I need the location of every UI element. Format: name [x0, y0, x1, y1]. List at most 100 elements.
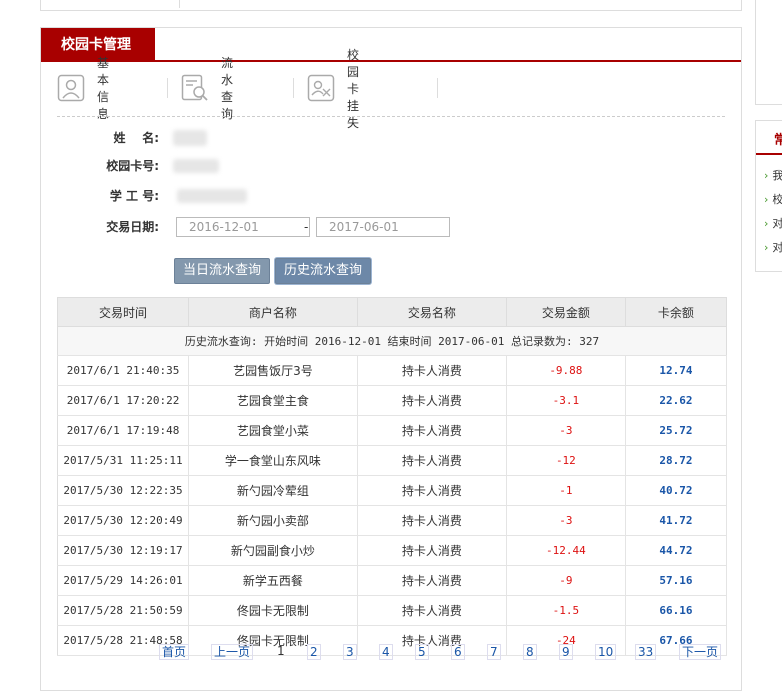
- summary-row: 历史流水查询: 开始时间 2016-12-01 结束时间 2017-06-01 …: [57, 326, 727, 356]
- prev-page-link[interactable]: 上一页: [211, 644, 254, 660]
- amount-cell: -12: [506, 445, 626, 476]
- time-cell: 2017/6/1 21:40:35: [56, 355, 190, 386]
- merchant-cell: 学一食堂山东风味: [188, 445, 358, 476]
- merchant-cell: 新勺园冷荤组: [188, 475, 358, 506]
- column-header: 卡余额: [624, 297, 728, 327]
- transaction-type-cell: 持卡人消费: [357, 415, 507, 446]
- redacted-id-number: [177, 189, 247, 203]
- column-header: 商户名称: [188, 297, 358, 327]
- time-cell: 2017/5/31 11:25:11: [56, 445, 190, 476]
- tab-divider: [437, 78, 438, 98]
- tab-label: 基本信息: [97, 56, 110, 121]
- page-link[interactable]: 10: [595, 644, 617, 660]
- balance-cell: 44.72: [625, 535, 728, 566]
- amount-cell: -1.5: [506, 595, 626, 626]
- search-document-icon: [181, 74, 209, 102]
- date-range-row: 交易日期: -: [41, 217, 741, 237]
- redacted-card-number: [173, 159, 219, 173]
- merchant-cell: 艺园食堂主食: [188, 385, 358, 416]
- time-cell: 2017/5/28 21:50:59: [56, 595, 190, 626]
- side-link[interactable]: 对: [764, 215, 782, 231]
- today-query-button[interactable]: 当日流水查询: [174, 258, 270, 284]
- card-management-panel: 校园卡管理 基本信息 流水查询 校园卡挂失 姓 名: 校园卡号: 学 工 号: …: [40, 27, 742, 691]
- name-label: 姓 名:: [113, 131, 159, 145]
- amount-cell: -3: [506, 415, 626, 446]
- amount-cell: -9: [506, 565, 626, 596]
- time-cell: 2017/5/30 12:22:35: [56, 475, 190, 506]
- time-cell: 2017/6/1 17:20:22: [56, 385, 190, 416]
- tab-transaction-query[interactable]: 流水查询: [181, 56, 233, 121]
- time-cell: 2017/5/29 14:26:01: [56, 565, 190, 596]
- page-link[interactable]: 33: [635, 644, 657, 660]
- side-link[interactable]: 对: [764, 239, 782, 255]
- table-row: 2017/5/30 12:19:17 新勺园副食小炒 持卡人消费 -12.44 44.7…: [56, 535, 728, 566]
- merchant-cell: 新勺园副食小炒: [188, 535, 358, 566]
- amount-cell: -3.1: [506, 385, 626, 416]
- id-number-label: 学 工 号:: [109, 189, 159, 203]
- transaction-type-cell: 持卡人消费: [357, 535, 507, 566]
- card-report-loss-icon: [307, 74, 335, 102]
- balance-cell: 57.16: [625, 565, 728, 596]
- table-row: 2017/5/29 14:26:01 新学五西餐 持卡人消费 -9 57.16: [56, 565, 728, 596]
- balance-cell: 40.72: [625, 475, 728, 506]
- tab-label: 校园卡挂失: [347, 47, 360, 130]
- start-date-input[interactable]: [176, 217, 310, 237]
- merchant-cell: 新学五西餐: [188, 565, 358, 596]
- side-link[interactable]: 我: [764, 167, 782, 183]
- user-icon: [57, 74, 85, 102]
- page-link[interactable]: 3: [343, 644, 357, 660]
- table-row: 2017/5/30 12:22:35 新勺园冷荤组 持卡人消费 -1 40.72: [56, 475, 728, 506]
- transaction-type-cell: 持卡人消费: [357, 595, 507, 626]
- page-link[interactable]: 4: [379, 644, 393, 660]
- tab-divider: [167, 78, 168, 98]
- transaction-type-cell: 持卡人消费: [357, 385, 507, 416]
- card-number-label: 校园卡号:: [106, 159, 159, 173]
- divider: [57, 116, 725, 117]
- balance-cell: 41.72: [625, 505, 728, 536]
- table-row: 2017/5/31 11:25:11 学一食堂山东风味 持卡人消费 -12 28.72: [56, 445, 728, 476]
- transaction-table: 交易时间 商户名称 交易名称 交易金额 卡余额 历史流水查询: 开始时间 201…: [56, 297, 728, 656]
- first-page-link[interactable]: 首页: [159, 644, 190, 660]
- side-link[interactable]: 校: [764, 191, 782, 207]
- page-link[interactable]: 5: [415, 644, 429, 660]
- page-link[interactable]: 8: [523, 644, 537, 660]
- column-header: 交易名称: [356, 297, 507, 327]
- panel-title-bar: 校园卡管理: [41, 28, 741, 62]
- end-date-input[interactable]: [316, 217, 450, 237]
- amount-cell: -3: [506, 505, 626, 536]
- transaction-type-cell: 持卡人消费: [357, 445, 507, 476]
- page-link[interactable]: 7: [487, 644, 501, 660]
- column-header: 交易金额: [505, 297, 626, 327]
- summary-text: 历史流水查询: 开始时间 2016-12-01 结束时间 2017-06-01 …: [57, 326, 727, 356]
- page-link[interactable]: 9: [559, 644, 573, 660]
- current-page: 1: [277, 644, 285, 658]
- tab-label: 流水查询: [221, 56, 234, 121]
- history-query-button[interactable]: 历史流水查询: [275, 258, 371, 284]
- page-link[interactable]: 2: [307, 644, 321, 660]
- side-panel-title: 常: [774, 133, 782, 148]
- merchant-cell: 艺园售饭厅3号: [188, 355, 358, 386]
- redacted-name: [173, 130, 207, 146]
- date-separator: -: [304, 220, 309, 234]
- side-panel-links: 常 我 校 对 对: [755, 120, 782, 272]
- balance-cell: 66.16: [625, 595, 728, 626]
- table-row: 2017/5/28 21:50:59 佟园卡无限制 持卡人消费 -1.5 66.16: [56, 595, 728, 626]
- divider: [179, 0, 180, 8]
- side-panel-top: [755, 0, 782, 105]
- balance-cell: 28.72: [625, 445, 728, 476]
- balance-cell: 12.74: [625, 355, 728, 386]
- pagination: 首页 上一页 1 2 3 4 5 6 7 8 9 10 33 下一页: [41, 644, 741, 664]
- amount-cell: -1: [506, 475, 626, 506]
- top-panel: [40, 0, 742, 11]
- time-cell: 2017/5/30 12:19:17: [56, 535, 190, 566]
- date-label: 交易日期:: [106, 220, 159, 234]
- page-link[interactable]: 6: [451, 644, 465, 660]
- time-cell: 2017/6/1 17:19:48: [56, 415, 190, 446]
- table-row: 2017/6/1 17:20:22 艺园食堂主食 持卡人消费 -3.1 22.62: [56, 385, 728, 416]
- tab-report-card-loss[interactable]: 校园卡挂失: [307, 48, 359, 130]
- table-header-row: 交易时间 商户名称 交易名称 交易金额 卡余额: [56, 297, 728, 327]
- transaction-type-cell: 持卡人消费: [357, 475, 507, 506]
- next-page-link[interactable]: 下一页: [679, 644, 722, 660]
- table-row: 2017/6/1 21:40:35 艺园售饭厅3号 持卡人消费 -9.88 12.74: [56, 355, 728, 386]
- tab-basic-info[interactable]: 基本信息: [57, 56, 109, 121]
